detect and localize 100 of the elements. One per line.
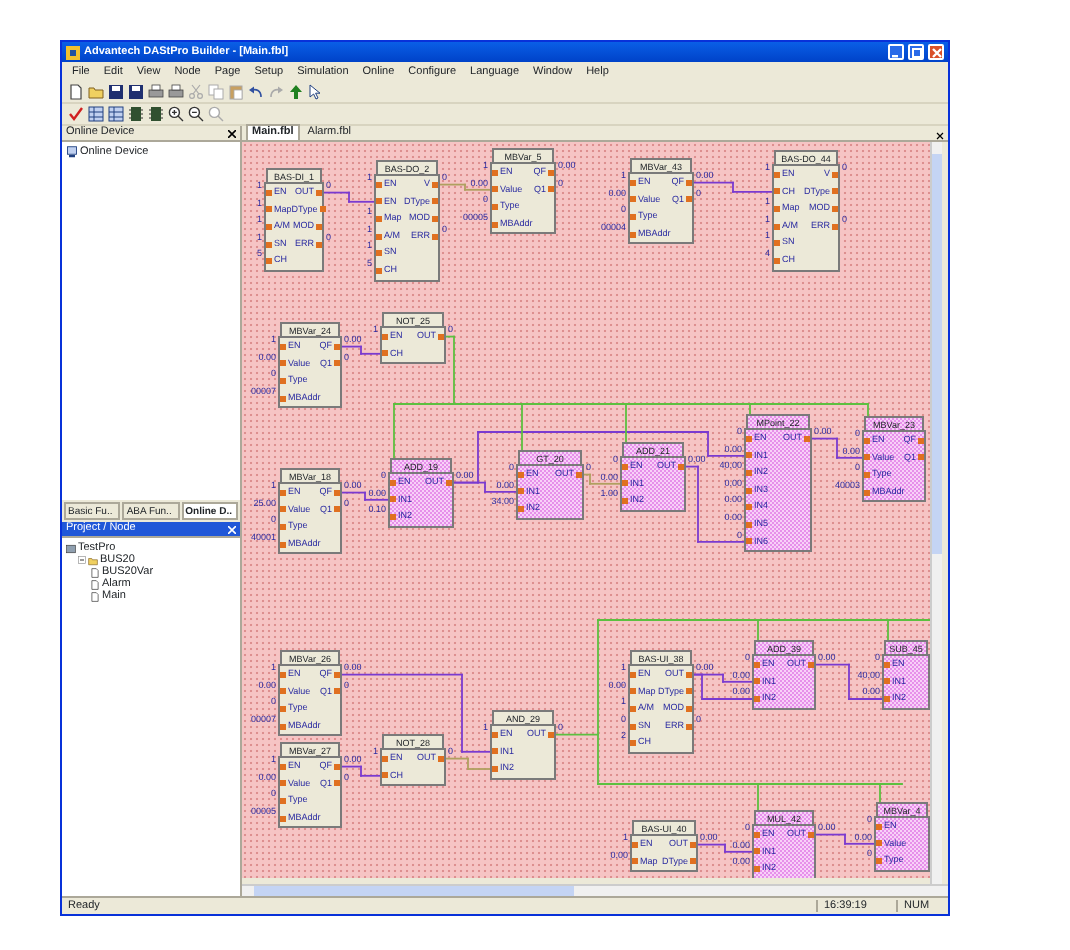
- grid-icon[interactable]: [88, 106, 104, 122]
- pin-connector-icon[interactable]: [334, 688, 340, 695]
- pin-connector-icon[interactable]: [376, 233, 382, 240]
- pin-connector-icon[interactable]: [280, 671, 286, 678]
- minimize-button[interactable]: [888, 44, 904, 60]
- undo-icon[interactable]: [248, 84, 264, 100]
- pin-connector-icon[interactable]: [754, 848, 760, 855]
- pin-connector-icon[interactable]: [280, 815, 286, 822]
- pin-connector-icon[interactable]: [334, 489, 340, 496]
- pin-connector-icon[interactable]: [876, 823, 882, 830]
- pin-connector-icon[interactable]: [548, 186, 554, 193]
- pin-connector-icon[interactable]: [280, 688, 286, 695]
- zoom-in-icon[interactable]: [168, 106, 184, 122]
- pin-connector-icon[interactable]: [432, 198, 438, 205]
- pin-connector-icon[interactable]: [864, 471, 870, 478]
- pin-connector-icon[interactable]: [832, 171, 838, 178]
- pin-connector-icon[interactable]: [746, 487, 752, 494]
- pin-connector-icon[interactable]: [280, 723, 286, 730]
- zoom-out-icon[interactable]: [188, 106, 204, 122]
- pin-connector-icon[interactable]: [746, 504, 752, 511]
- pin-connector-icon[interactable]: [686, 196, 692, 203]
- pin-connector-icon[interactable]: [746, 521, 752, 528]
- printer-icon[interactable]: [148, 84, 164, 100]
- pin-connector-icon[interactable]: [754, 865, 760, 872]
- pin-connector-icon[interactable]: [266, 258, 272, 265]
- pin-connector-icon[interactable]: [832, 188, 838, 195]
- pin-connector-icon[interactable]: [774, 223, 780, 230]
- horizontal-scrollbar[interactable]: [242, 884, 948, 896]
- pin-connector-icon[interactable]: [632, 841, 638, 848]
- pin-connector-icon[interactable]: [280, 797, 286, 804]
- pin-connector-icon[interactable]: [774, 257, 780, 264]
- pin-connector-icon[interactable]: [438, 333, 444, 340]
- pin-connector-icon[interactable]: [446, 479, 452, 486]
- chip-icon[interactable]: [148, 106, 164, 122]
- pin-connector-icon[interactable]: [316, 223, 322, 230]
- pin-connector-icon[interactable]: [492, 221, 498, 228]
- pin-connector-icon[interactable]: [432, 215, 438, 222]
- pin-connector-icon[interactable]: [280, 489, 286, 496]
- pin-connector-icon[interactable]: [918, 437, 924, 444]
- checkmark-icon[interactable]: [68, 106, 84, 122]
- pin-connector-icon[interactable]: [774, 240, 780, 247]
- pin-connector-icon[interactable]: [390, 513, 396, 520]
- new-document-icon[interactable]: [68, 84, 84, 100]
- pin-connector-icon[interactable]: [832, 223, 838, 230]
- pin-connector-icon[interactable]: [754, 661, 760, 668]
- pin-connector-icon[interactable]: [884, 695, 890, 702]
- pin-connector-icon[interactable]: [754, 695, 760, 702]
- expander-icon[interactable]: [78, 556, 86, 564]
- pin-connector-icon[interactable]: [280, 506, 286, 513]
- pin-connector-icon[interactable]: [884, 678, 890, 685]
- pin-connector-icon[interactable]: [432, 181, 438, 188]
- pin-connector-icon[interactable]: [630, 179, 636, 186]
- pin-connector-icon[interactable]: [382, 333, 388, 340]
- save-icon[interactable]: [108, 84, 124, 100]
- pin-connector-icon[interactable]: [280, 541, 286, 548]
- pin-connector-icon[interactable]: [390, 496, 396, 503]
- copy-icon[interactable]: [208, 84, 224, 100]
- pin-connector-icon[interactable]: [280, 360, 286, 367]
- pin-connector-icon[interactable]: [686, 688, 692, 695]
- pin-connector-icon[interactable]: [686, 705, 692, 712]
- pin-connector-icon[interactable]: [376, 181, 382, 188]
- pin-connector-icon[interactable]: [266, 189, 272, 196]
- pin-connector-icon[interactable]: [576, 471, 582, 478]
- pin-connector-icon[interactable]: [754, 678, 760, 685]
- pin-connector-icon[interactable]: [376, 250, 382, 257]
- pin-connector-icon[interactable]: [334, 780, 340, 787]
- pin-connector-icon[interactable]: [280, 523, 286, 530]
- pin-connector-icon[interactable]: [804, 435, 810, 442]
- pin-connector-icon[interactable]: [864, 489, 870, 496]
- up-arrow-icon[interactable]: [288, 84, 304, 100]
- pin-connector-icon[interactable]: [376, 198, 382, 205]
- grid-icon[interactable]: [108, 106, 124, 122]
- pin-connector-icon[interactable]: [438, 755, 444, 762]
- pin-connector-icon[interactable]: [334, 343, 340, 350]
- pin-connector-icon[interactable]: [548, 169, 554, 176]
- pin-connector-icon[interactable]: [686, 723, 692, 730]
- pin-connector-icon[interactable]: [280, 343, 286, 350]
- pin-connector-icon[interactable]: [492, 169, 498, 176]
- pin-connector-icon[interactable]: [630, 231, 636, 238]
- pin-connector-icon[interactable]: [876, 840, 882, 847]
- pin-connector-icon[interactable]: [492, 731, 498, 738]
- chip-icon[interactable]: [128, 106, 144, 122]
- pin-connector-icon[interactable]: [376, 215, 382, 222]
- pin-connector-icon[interactable]: [746, 469, 752, 476]
- pin-connector-icon[interactable]: [690, 858, 696, 865]
- pin-connector-icon[interactable]: [280, 377, 286, 384]
- pin-connector-icon[interactable]: [266, 223, 272, 230]
- pin-connector-icon[interactable]: [746, 452, 752, 459]
- pin-connector-icon[interactable]: [518, 488, 524, 495]
- pin-connector-icon[interactable]: [630, 688, 636, 695]
- pin-connector-icon[interactable]: [492, 203, 498, 210]
- pin-connector-icon[interactable]: [808, 661, 814, 668]
- vertical-scrollbar[interactable]: [930, 142, 942, 884]
- pin-connector-icon[interactable]: [622, 463, 628, 470]
- pin-connector-icon[interactable]: [630, 723, 636, 730]
- pin-connector-icon[interactable]: [548, 731, 554, 738]
- save-icon[interactable]: [128, 84, 144, 100]
- pin-connector-icon[interactable]: [280, 763, 286, 770]
- pin-connector-icon[interactable]: [630, 705, 636, 712]
- pin-connector-icon[interactable]: [864, 454, 870, 461]
